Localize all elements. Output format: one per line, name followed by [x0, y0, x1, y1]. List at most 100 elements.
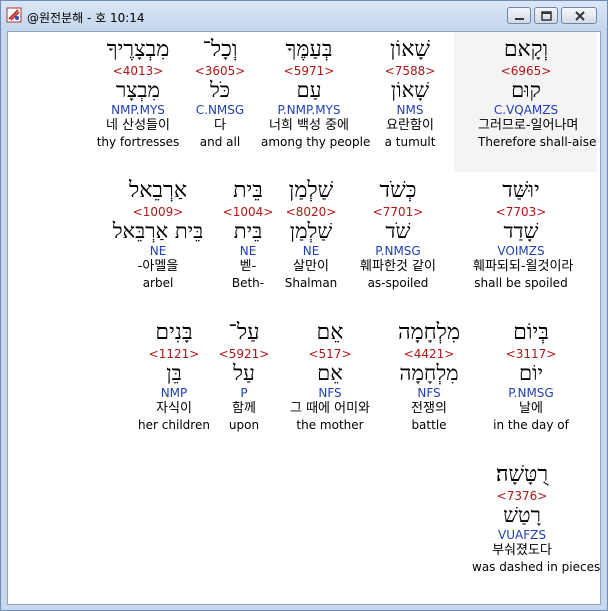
close-icon — [575, 11, 585, 21]
strong-number: <3605> — [194, 64, 246, 78]
word-block[interactable]: יוּשַּׁד <7703> שָׁדַד VOIMZS 훼파되되-욀것이라 … — [473, 178, 574, 291]
maximize-icon — [541, 11, 552, 21]
korean-gloss: 날에 — [519, 401, 543, 416]
korean-gloss: 너희 백성 중에 — [268, 118, 350, 133]
strong-number: <1121> — [148, 347, 200, 361]
strong-number: <7703> — [495, 205, 547, 219]
word-block[interactable]: מִבְצָרֶיךָ <4013> מִבְצָר NMP.MYS 네 산성들… — [90, 37, 186, 150]
morph-code: P.NMSG — [508, 386, 554, 400]
hebrew-lemma: כֹּל — [209, 78, 231, 102]
word-block[interactable]: בְּעַמֶּךָ <5971> עַם P.NMP.MYS 너희 백성 중에… — [261, 37, 370, 150]
hebrew-lemma: שָׁדַד — [503, 219, 539, 243]
morph-code: VUAFZS — [498, 528, 546, 542]
hebrew-word: אֵם — [316, 320, 344, 345]
hebrew-lemma: עַם — [296, 78, 322, 102]
word-block[interactable]: וְקָאם <6965> קוּם C.VQAMZS 그러므로-일어나며 Th… — [478, 37, 596, 150]
word-block[interactable]: רֻטָּשָׁה׃ <7376> רָטַשׁ VUAFZS 부숴졌도다 wa… — [472, 462, 601, 575]
minimize-icon — [515, 18, 524, 20]
morph-code: NFS — [318, 386, 342, 400]
morph-code: P.NMSG — [375, 244, 421, 258]
korean-gloss: 그 때에 어미와 — [289, 401, 371, 416]
title-bar[interactable]: @원전분해 - 호 10:14 — [1, 1, 607, 31]
morph-code: NMP.MYS — [111, 103, 165, 117]
app-window: @원전분해 - 호 10:14 וְקָאם <6965> קוּם C.VQA… — [0, 0, 608, 611]
english-gloss: the mother — [296, 418, 364, 432]
hebrew-word: וְקָאם — [503, 37, 549, 62]
morph-code: NE — [149, 244, 167, 258]
english-gloss: arbel — [142, 276, 174, 290]
english-gloss: a tumult — [384, 135, 436, 149]
hebrew-word: וְכָל־ — [202, 37, 238, 62]
strong-number: <7701> — [372, 205, 424, 219]
hebrew-lemma: שָׁאוֹן — [390, 78, 430, 102]
english-gloss: and all — [199, 135, 241, 149]
strong-number: <7376> — [496, 489, 548, 503]
hebrew-lemma: שֹׁד — [385, 219, 411, 243]
morph-code: P.NMP.MYS — [277, 103, 341, 117]
hebrew-lemma: מִלְחָמָה — [399, 361, 459, 385]
english-gloss: shall be spoiled — [474, 276, 568, 290]
english-gloss: Beth- — [231, 276, 265, 290]
strong-number: <1009> — [132, 205, 184, 219]
strong-number: <7588> — [384, 64, 436, 78]
hebrew-lemma: קוּם — [511, 78, 541, 102]
morph-code: NMS — [396, 103, 424, 117]
english-gloss: her children — [138, 418, 210, 432]
hebrew-word: כְּשֹׁד — [379, 178, 417, 203]
english-gloss: thy fortresses — [96, 135, 180, 149]
hebrew-lemma: אֵם — [317, 361, 343, 385]
hebrew-lemma: בֵּן — [166, 361, 182, 385]
hebrew-lemma: רָטַשׁ — [503, 503, 541, 527]
word-block[interactable]: כְּשֹׁד <7701> שֹׁד P.NMSG 훼파한것 같이 as-sp… — [350, 178, 446, 291]
korean-gloss: 전쟁의 — [411, 401, 447, 416]
morph-code: C.NMSG — [195, 103, 245, 117]
korean-gloss: 그러므로-일어나며 — [478, 118, 579, 133]
strong-number: <4013> — [112, 64, 164, 78]
hebrew-word: בָּנִים — [155, 320, 193, 345]
morph-code: C.VQAMZS — [493, 103, 559, 117]
english-gloss: as-spoiled — [367, 276, 429, 290]
english-gloss: was dashed in pieces — [472, 560, 601, 574]
korean-gloss: 훼파되되-욀것이라 — [473, 259, 574, 274]
minimize-button[interactable] — [507, 7, 531, 24]
hebrew-word: אַרְבֵאל — [128, 178, 188, 203]
english-gloss: in the day of — [493, 418, 569, 432]
hebrew-word: רֻטָּשָׁה׃ — [495, 462, 549, 487]
korean-gloss: -아멜을 — [137, 259, 179, 274]
hebrew-word: מִלְחָמָה — [397, 320, 461, 345]
korean-gloss: 요란함이 — [386, 118, 434, 133]
word-block[interactable]: מִלְחָמָה <4421> מִלְחָמָה NFS 전쟁의 battl… — [381, 320, 477, 433]
korean-gloss: 벧- — [239, 259, 257, 274]
strong-number: <517> — [308, 347, 352, 361]
morph-code: NFS — [417, 386, 441, 400]
word-block[interactable]: אֵם <517> אֵם NFS 그 때에 어미와 the mother — [282, 320, 378, 433]
maximize-button[interactable] — [534, 7, 558, 24]
word-block[interactable]: בֵּית <1004> בֵּית NE 벧- Beth- — [200, 178, 296, 291]
app-icon[interactable] — [6, 7, 22, 23]
morph-code: NE — [239, 244, 257, 258]
strong-number: <1004> — [222, 205, 274, 219]
strong-number: <4421> — [403, 347, 455, 361]
strong-number: <5971> — [283, 64, 335, 78]
korean-gloss: 다 — [214, 118, 226, 133]
word-block[interactable]: בָּנִים <1121> בֵּן NMP 자식이 her children — [126, 320, 222, 433]
window-title: @원전분해 - 호 10:14 — [27, 11, 145, 25]
korean-gloss: 네 산성들이 — [106, 118, 170, 133]
word-block[interactable]: בְּיוֹם <3117> יוֹם P.NMSG 날에 in the day… — [483, 320, 579, 433]
hebrew-lemma: יוֹם — [519, 361, 543, 385]
korean-gloss: 자식이 — [156, 401, 192, 416]
hebrew-word: בְּיוֹם — [513, 320, 549, 345]
hebrew-lemma: מִבְצָר — [116, 78, 160, 102]
morph-code: NMP — [160, 386, 188, 400]
hebrew-lemma: בֵּית אַרְבֵּאל — [112, 219, 204, 243]
hebrew-word: מִבְצָרֶיךָ — [106, 37, 170, 62]
close-button[interactable] — [561, 7, 597, 24]
word-block[interactable]: שָׁאוֹן <7588> שָׁאוֹן NMS 요란함이 a tumult — [362, 37, 458, 150]
strong-number: <6965> — [500, 64, 552, 78]
hebrew-lemma: בֵּית — [233, 219, 263, 243]
word-block[interactable]: וְכָל־ <3605> כֹּל C.NMSG 다 and all — [172, 37, 268, 150]
word-block[interactable]: אַרְבֵאל <1009> בֵּית אַרְבֵּאל NE -아멜을 … — [110, 178, 206, 291]
interlinear-panel: וְקָאם <6965> קוּם C.VQAMZS 그러므로-일어나며 Th… — [7, 31, 601, 605]
hebrew-word: בֵּית — [233, 178, 263, 203]
hebrew-word: שָׁאוֹן — [389, 37, 430, 62]
